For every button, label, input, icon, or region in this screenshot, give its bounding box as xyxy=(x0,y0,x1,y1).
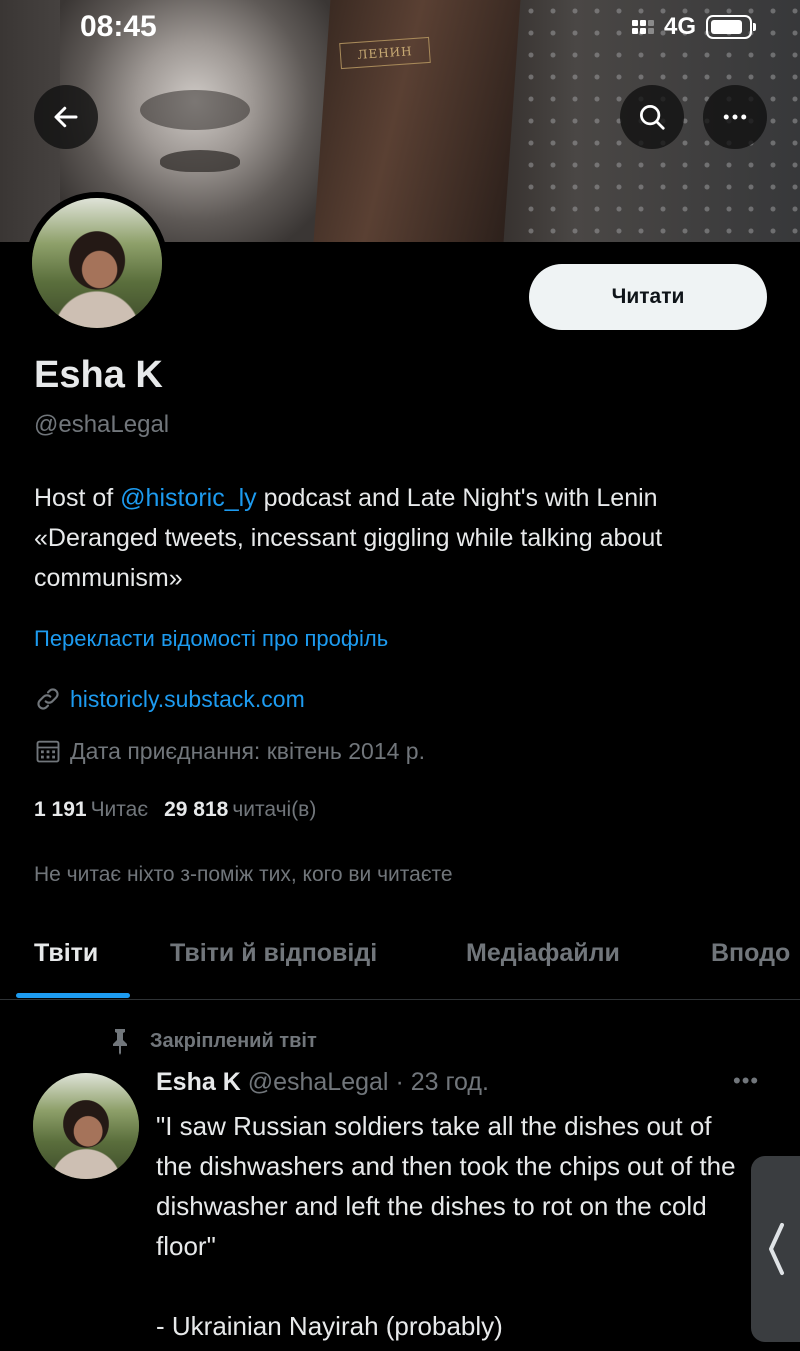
network-type: 4G xyxy=(663,13,696,40)
profile-display-name: Esha K xyxy=(34,354,163,396)
battery-icon xyxy=(706,15,756,39)
chevron-left-icon xyxy=(768,1223,784,1275)
mutual-followers-note: Не читає ніхто з-поміж тих, кого ви чита… xyxy=(34,863,453,886)
profile-tabs: Твіти Твіти й відповіді Медіафайли Вподо xyxy=(0,925,800,1000)
website-link[interactable]: historicly.substack.com xyxy=(70,686,305,713)
tab-media[interactable]: Медіафайли xyxy=(466,939,620,968)
follow-button[interactable]: Читати xyxy=(529,264,767,330)
following-label: Читає xyxy=(90,798,149,821)
calendar-icon xyxy=(36,740,60,763)
pinned-label-text: Закріплений твіт xyxy=(150,1029,317,1052)
search-icon xyxy=(640,105,665,130)
pinned-tweet-label: Закріплений твіт xyxy=(108,1027,317,1055)
profile-bio: Host of @historic_ly podcast and Late Ni… xyxy=(34,478,754,598)
pin-icon xyxy=(113,1029,127,1055)
tab-tweets[interactable]: Твіти xyxy=(34,939,98,968)
followers-stat[interactable]: 29 818 читачі(в) xyxy=(164,798,316,822)
link-icon xyxy=(37,688,59,710)
status-indicators: 4G xyxy=(631,13,756,41)
status-time: 08:45 xyxy=(80,10,157,43)
profile-handle: @eshaLegal xyxy=(34,411,170,438)
signal-icon xyxy=(631,20,654,34)
arrow-left-icon xyxy=(54,106,78,128)
tweet-author-name[interactable]: Esha K xyxy=(156,1068,241,1096)
active-tab-indicator xyxy=(16,993,130,998)
joined-date: Дата приєднання: квітень 2014 р. xyxy=(70,737,425,764)
following-count: 1 191 xyxy=(34,798,87,821)
tweet-more-icon[interactable]: ••• xyxy=(733,1068,759,1094)
tweet-header: Esha K @eshaLegal · 23 год. xyxy=(156,1068,489,1097)
translate-bio-link[interactable]: Перекласти відомості про профіль xyxy=(34,626,388,652)
tab-likes[interactable]: Вподо xyxy=(711,939,790,968)
bio-mention-link[interactable]: @historic_ly xyxy=(120,484,257,512)
profile-avatar[interactable] xyxy=(26,192,168,334)
status-bar: 08:45 4G xyxy=(0,0,800,58)
tab-tweets-replies[interactable]: Твіти й відповіді xyxy=(170,939,377,968)
side-panel-handle[interactable] xyxy=(751,1156,800,1342)
tweet-author-handle[interactable]: @eshaLegal xyxy=(248,1068,389,1096)
followers-label: читачі(в) xyxy=(232,798,317,821)
follow-stats: 1 191 Читає 29 818 читачі(в) xyxy=(34,798,316,822)
back-button[interactable] xyxy=(34,85,98,149)
more-button[interactable] xyxy=(703,85,767,149)
followers-count: 29 818 xyxy=(164,798,229,821)
tweet-text[interactable]: "I saw Russian soldiers take all the dis… xyxy=(156,1106,751,1346)
more-horizontal-icon xyxy=(723,114,747,120)
profile-joined: Дата приєднання: квітень 2014 р. xyxy=(34,737,425,765)
following-stat[interactable]: 1 191 Читає xyxy=(34,798,148,822)
tweet-author-avatar[interactable] xyxy=(33,1073,139,1179)
bio-prefix: Host of xyxy=(34,484,121,512)
search-button[interactable] xyxy=(620,85,684,149)
profile-website[interactable]: historicly.substack.com xyxy=(34,685,305,713)
tweet-time[interactable]: · 23 год. xyxy=(395,1068,488,1096)
